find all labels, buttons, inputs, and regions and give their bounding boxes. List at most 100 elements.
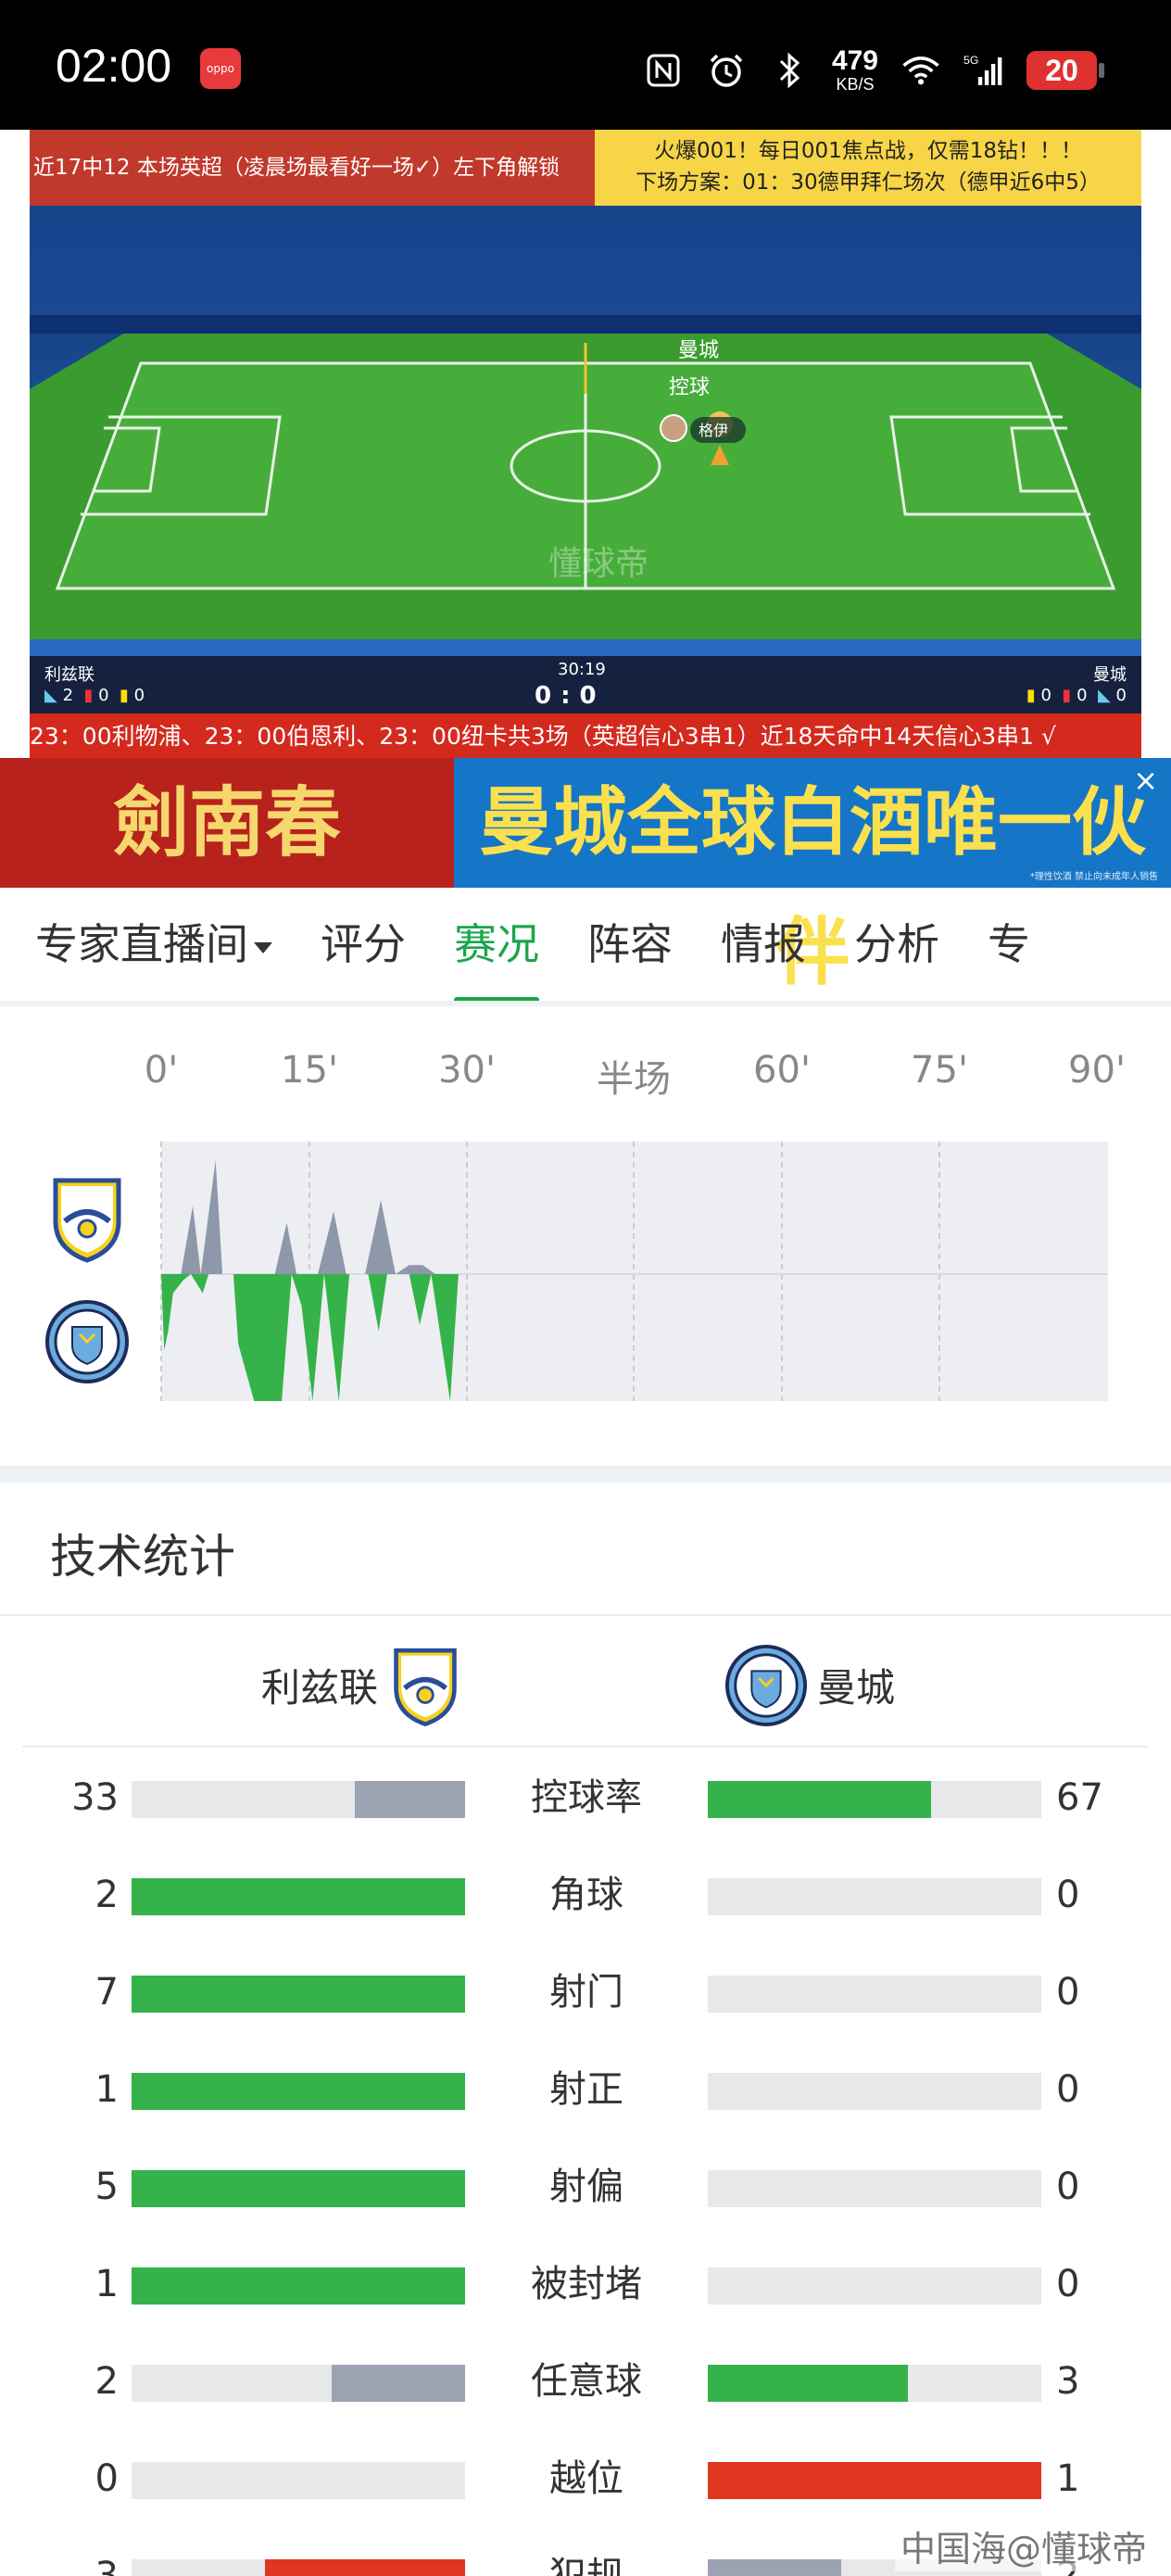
stat-away-bar-fill xyxy=(708,2365,908,2402)
sponsor-note: *理性饮酒 禁止向未成年人销售 xyxy=(1029,872,1158,882)
stat-away-value: 0 xyxy=(1056,2068,1080,2111)
stat-home-bar xyxy=(132,2365,465,2402)
stat-away-bar xyxy=(708,2462,1041,2499)
stat-away-value: 1 xyxy=(1056,2457,1080,2500)
yellow-card-icon: ▮ xyxy=(1026,686,1036,705)
stat-home-bar-fill xyxy=(132,1976,465,2013)
stat-home-value: 2 xyxy=(94,1874,119,1916)
promo-ticker[interactable]: 23：00利物浦、23：00伯恩利、23：00纽卡共3场（英超信心3串1）近18… xyxy=(30,713,1141,760)
stat-home-bar xyxy=(132,1976,465,2013)
status-time: 02:00 xyxy=(56,40,172,92)
momentum-plot-area xyxy=(161,1142,1108,1401)
stat-home-value: 1 xyxy=(94,2068,119,2111)
chevron-down-icon xyxy=(254,941,272,953)
tab-rating[interactable]: 评分 xyxy=(296,888,430,1001)
stat-home-bar-fill xyxy=(332,2365,465,2402)
stat-home-value: 1 xyxy=(94,2263,119,2305)
stat-label: 角球 xyxy=(549,1874,623,1916)
home-team-info: 利兹联 ◣ 2 ▮ 0 ▮ 0 xyxy=(44,662,145,705)
tab-analysis[interactable]: 分析 xyxy=(830,888,963,1001)
stat-away-value: 3 xyxy=(1056,2360,1080,2403)
yellow-card-icon: ▮ xyxy=(120,686,129,705)
stat-label: 控球率 xyxy=(531,1776,642,1819)
tech-stats-title: 技术统计 xyxy=(50,1530,235,1584)
sponsor-banner[interactable]: 劍南春 曼城全球白酒唯一伙伴 × *理性饮酒 禁止向未成年人销售 xyxy=(0,758,1171,995)
stat-label: 犯规 xyxy=(549,2555,623,2576)
stat-away-value: 0 xyxy=(1056,1874,1080,1916)
promo-ad-right-line1: 火爆001！每日001焦点战，仅需18钻！！！ xyxy=(653,139,1083,163)
stats-team-header: 利兹联 曼城 xyxy=(0,1631,1171,1733)
stat-label: 被封堵 xyxy=(531,2263,642,2305)
stat-home-bar-fill xyxy=(132,1878,465,1915)
alarm-icon xyxy=(706,50,747,91)
stat-label: 任意球 xyxy=(531,2360,642,2403)
stat-home-value: 3 xyxy=(94,2555,119,2576)
leeds-crest-icon xyxy=(53,1178,121,1263)
stat-label: 射正 xyxy=(549,2068,623,2111)
live-scorebar: 利兹联 ◣ 2 ▮ 0 ▮ 0 30:19 0:0 曼城 ▮ 0 ▮ 0 ◣ 0 xyxy=(30,656,1141,713)
home-corners: 2 xyxy=(62,686,74,705)
stat-row: 1 被封堵 0 xyxy=(0,2256,1171,2312)
stat-home-bar-fill xyxy=(265,2559,465,2576)
stat-home-bar xyxy=(132,2462,465,2499)
stat-row: 7 射门 0 xyxy=(0,1964,1171,2020)
tab-expert-live[interactable]: 专家直播间 xyxy=(0,888,296,1001)
match-tabs: 专家直播间 评分 赛况 阵容 情报 分析 专 xyxy=(0,888,1171,1006)
oppo-app-icon: oppo xyxy=(200,48,241,89)
stat-away-value: 67 xyxy=(1056,1776,1103,1819)
stat-away-bar xyxy=(708,2170,1041,2207)
battery-icon: 20 xyxy=(1026,51,1104,90)
tab-match-status[interactable]: 赛况 xyxy=(430,888,563,1001)
stat-away-value: 0 xyxy=(1056,2166,1080,2208)
stat-away-bar-fill xyxy=(708,1781,932,1818)
stat-away-bar xyxy=(708,1781,1041,1818)
stat-home-value: 33 xyxy=(71,1776,119,1819)
score-away: 0 xyxy=(579,682,606,710)
tab-intel[interactable]: 情报 xyxy=(697,888,830,1001)
signal-icon: 5G xyxy=(963,50,1004,91)
stat-home-bar-fill xyxy=(132,2267,465,2305)
stat-row: 2 角球 0 xyxy=(0,1867,1171,1923)
away-corners: 0 xyxy=(1115,686,1127,705)
match-score: 0:0 xyxy=(535,682,606,710)
close-icon[interactable]: × xyxy=(1133,765,1158,795)
promo-ad-right[interactable]: 火爆001！每日001焦点战，仅需18钻！！！ 下场方案：01：30德甲拜仁场次… xyxy=(595,130,1141,206)
home-yellow: 0 xyxy=(133,686,145,705)
status-icons: 479 KB/S 5G 20 xyxy=(643,44,1104,96)
possession-label: 控球 xyxy=(669,376,710,399)
stat-row: 0 越位 1 xyxy=(0,2451,1171,2507)
stat-home-bar xyxy=(132,2559,465,2576)
attack-momentum-chart: 0' 15' 30' 半场 60' 75' 90' xyxy=(0,1012,1171,1466)
mancity-crest-icon xyxy=(724,1644,808,1727)
momentum-graph xyxy=(160,1142,1108,1401)
stat-home-bar xyxy=(132,1781,465,1818)
stat-home-bar xyxy=(132,2073,465,2110)
promo-ad-right-line2: 下场方案：01：30德甲拜仁场次（德甲近6中5） xyxy=(636,170,1101,195)
source-watermark: 中国海@懂球帝 xyxy=(894,2520,1152,2571)
promo-ad-left[interactable]: 近17中12 本场英超（凌晨场最看好一场✓）左下角解锁 xyxy=(30,130,595,206)
stat-away-bar xyxy=(708,1976,1041,2013)
signal-label: 5G xyxy=(963,54,978,67)
section-divider xyxy=(0,1466,1171,1483)
live-animation-player[interactable]: 曼城 控球 格伊 懂球帝 近17中12 本场英超（凌晨场最看好一场✓）左下角解锁… xyxy=(30,130,1141,760)
stat-home-bar xyxy=(132,1878,465,1915)
stat-away-bar-fill xyxy=(708,2462,1041,2499)
status-bar: 02:00 oppo 479 KB/S 5G 20 xyxy=(0,0,1171,130)
pitch-watermark: 懂球帝 xyxy=(548,545,648,583)
away-red: 0 xyxy=(1077,686,1088,705)
stat-home-bar-fill xyxy=(355,1781,465,1818)
possession-team-label: 曼城 xyxy=(678,339,719,362)
away-team-name: 曼城 xyxy=(817,1665,896,1711)
stat-row: 2 任意球 3 xyxy=(0,2354,1171,2409)
stat-label: 射偏 xyxy=(549,2166,623,2208)
tab-expert[interactable]: 专 xyxy=(963,888,1054,1001)
score-home: 0 xyxy=(535,682,561,710)
wifi-icon xyxy=(900,50,941,91)
away-team-info: 曼城 ▮ 0 ▮ 0 ◣ 0 xyxy=(1026,662,1127,705)
stat-label: 射门 xyxy=(549,1971,623,2014)
stat-home-bar-fill xyxy=(132,2170,465,2207)
tab-lineup[interactable]: 阵容 xyxy=(563,888,697,1001)
stat-row: 1 射正 0 xyxy=(0,2062,1171,2117)
stat-row: 5 射偏 0 xyxy=(0,2159,1171,2215)
home-red: 0 xyxy=(98,686,109,705)
